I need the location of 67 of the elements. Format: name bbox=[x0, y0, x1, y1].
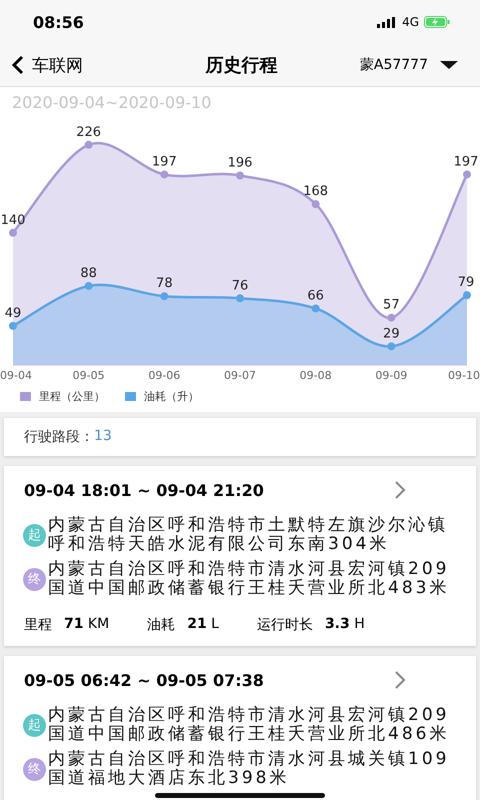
axis-label: 09-04 bbox=[0, 369, 32, 382]
data-label: 79 bbox=[458, 275, 474, 290]
summary-count: 13 bbox=[94, 428, 112, 446]
page-title: 历史行程 bbox=[205, 54, 278, 77]
data-label: 66 bbox=[307, 288, 324, 304]
data-point bbox=[312, 200, 320, 208]
axis-label: 09-08 bbox=[300, 369, 332, 382]
legend-label: 油耗（升） bbox=[144, 389, 199, 404]
data-point bbox=[84, 140, 93, 149]
place-badge: 终 bbox=[23, 568, 46, 590]
chevron-icon bbox=[394, 670, 406, 690]
data-label: 168 bbox=[303, 184, 328, 200]
data-point bbox=[160, 170, 168, 178]
address-text: 内蒙古自治区呼和浩特市清水河县宏河镇209国道中国邮政储蓄银行王桂夭营业所北483米 bbox=[48, 560, 450, 598]
axis-label: 09-10 bbox=[448, 369, 480, 382]
stat-value: 21 L bbox=[187, 616, 219, 634]
date-range: 2020-09-04~2020-09-10 bbox=[11, 93, 212, 114]
data-point bbox=[160, 292, 168, 300]
data-label: 140 bbox=[0, 212, 26, 228]
data-point bbox=[236, 294, 244, 302]
stat-value: 3.3 H bbox=[324, 616, 365, 634]
data-point bbox=[84, 282, 93, 290]
data-label: 78 bbox=[156, 276, 173, 292]
data-label: 76 bbox=[232, 278, 248, 294]
axis-label: 09-09 bbox=[375, 369, 408, 382]
stat-label: 油耗 bbox=[147, 616, 176, 634]
data-label: 197 bbox=[454, 154, 478, 170]
data-label: 197 bbox=[152, 154, 177, 170]
data-label: 226 bbox=[76, 124, 102, 140]
plate-dropdown[interactable]: 蒙A57777 bbox=[360, 56, 458, 74]
trip-time: 09-04 18:01 ~ 09-04 21:20 bbox=[24, 480, 264, 500]
axis-label: 09-07 bbox=[224, 369, 256, 382]
legend-label: 里程（公里） bbox=[39, 389, 105, 404]
data-label: 29 bbox=[383, 326, 400, 342]
address-text: 内蒙古自治区呼和浩特市清水河县城关镇109国道福地大酒店东北398米 bbox=[48, 750, 450, 788]
battery-icon bbox=[424, 16, 450, 28]
data-point bbox=[9, 228, 17, 237]
data-point bbox=[387, 342, 396, 350]
place-badge: 起 bbox=[23, 714, 46, 736]
data-point bbox=[236, 172, 244, 180]
data-point bbox=[312, 304, 320, 312]
address-text: 内蒙古自治区呼和浩特市土默特左旗沙尔沁镇呼和浩特天皓水泥有限公司东南304米 bbox=[48, 516, 449, 554]
network-label: 4G bbox=[402, 15, 419, 29]
caret-icon bbox=[440, 60, 458, 70]
data-point bbox=[9, 322, 17, 330]
stat-label: 里程 bbox=[24, 616, 52, 634]
stat-label: 运行时长 bbox=[256, 616, 313, 634]
summary-label: 行驶路段： bbox=[24, 428, 94, 446]
stat-value: 71 KM bbox=[64, 616, 110, 634]
back-icon bbox=[12, 55, 24, 75]
chevron-icon bbox=[394, 480, 406, 500]
data-point bbox=[463, 170, 471, 178]
signal-icon bbox=[377, 16, 398, 28]
data-point bbox=[387, 314, 396, 322]
data-label: 88 bbox=[80, 266, 97, 281]
status-time: 08:56 bbox=[33, 12, 84, 32]
data-label: 57 bbox=[383, 298, 400, 313]
data-point bbox=[463, 291, 471, 300]
data-label: 49 bbox=[4, 306, 22, 321]
data-label: 196 bbox=[228, 156, 252, 170]
axis-label: 09-05 bbox=[72, 369, 105, 382]
address-text: 内蒙古自治区呼和浩特市清水河县宏河镇209国道中国邮政储蓄银行王桂夭营业所北486米 bbox=[48, 706, 450, 744]
axis-label: 09-06 bbox=[148, 369, 180, 382]
back-button[interactable]: 车联网 bbox=[12, 54, 83, 76]
place-badge: 起 bbox=[23, 524, 46, 546]
place-badge: 终 bbox=[23, 758, 46, 780]
trip-time: 09-05 06:42 ~ 09-05 07:38 bbox=[24, 670, 264, 690]
